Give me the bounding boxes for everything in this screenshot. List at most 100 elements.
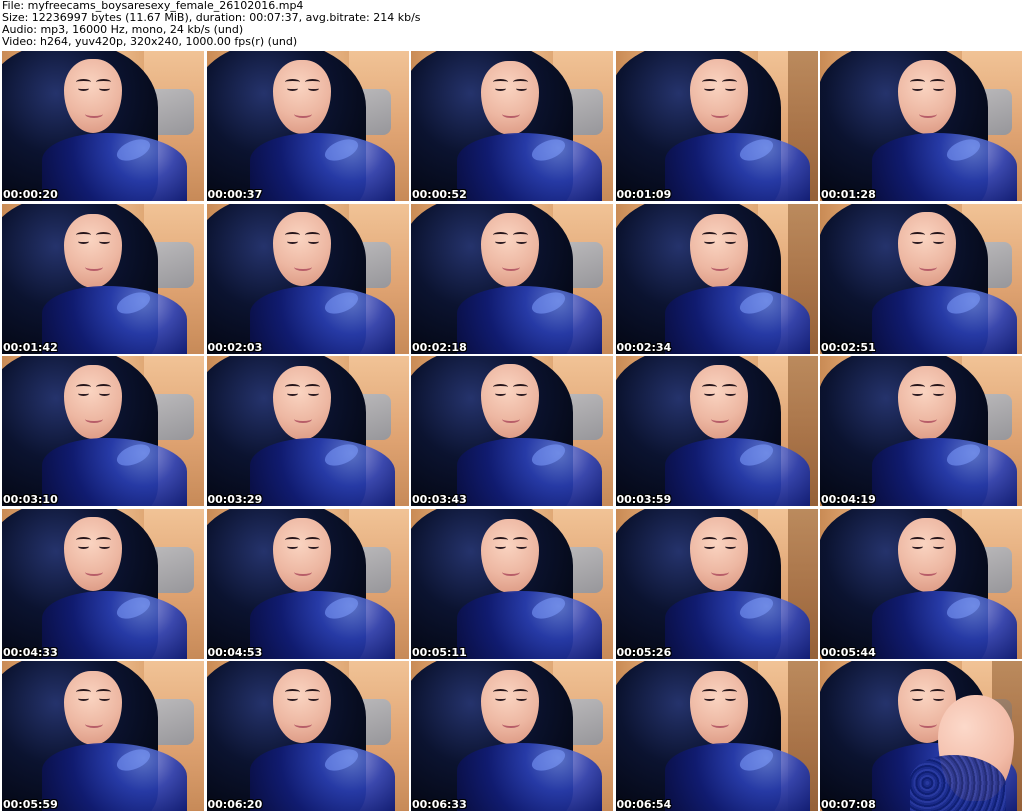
left-eyebrow [76,384,91,390]
smile [85,415,103,423]
left-eye [286,391,298,396]
video-thumbnail: 00:02:34 [615,203,818,354]
left-eyebrow [493,79,508,85]
right-eyebrow [930,79,945,85]
left-eye [703,391,715,396]
audio-line: Audio: mp3, 16000 Hz, mono, 24 kb/s (und… [2,24,244,36]
timestamp-label: 00:03:43 [412,493,467,506]
blue-satin-top [457,743,602,811]
video-thumbnail: 00:05:11 [411,508,613,659]
right-eyebrow [513,689,528,695]
left-eyebrow [284,384,300,390]
video-thumbnail: 00:01:42 [2,203,204,354]
blue-satin-top [664,133,810,201]
smile [502,263,520,271]
blue-satin-top [457,285,602,354]
video-thumbnail: 00:01:09 [615,51,818,201]
smile [293,720,312,728]
right-eye [99,86,110,91]
left-eye [495,544,506,549]
right-eyebrow [96,231,111,238]
smile [293,568,312,576]
face [272,517,331,592]
blue-satin-top [249,133,395,201]
blue-satin-top [249,285,395,354]
right-eyebrow [513,384,528,390]
face [272,211,331,286]
right-eye [933,696,944,701]
left-eyebrow [493,689,508,695]
video-thumbnail: 00:04:53 [206,508,409,659]
video-thumbnail: 00:00:52 [411,51,613,201]
right-eyebrow [96,689,111,695]
video-thumbnail: 00:03:10 [2,356,204,506]
face [689,516,748,591]
left-eyebrow [910,231,925,238]
smile [293,415,312,423]
smile [919,110,937,118]
right-eyebrow [304,689,320,695]
timestamp-label: 00:03:59 [616,493,672,506]
timestamp-label: 00:06:20 [207,798,263,811]
video-thumbnail: 00:06:33 [411,661,613,811]
smile [85,720,103,728]
timestamp-label: 00:03:10 [3,493,58,506]
left-eyebrow [493,536,508,543]
left-eye [703,239,715,244]
video-thumbnail: 00:03:43 [411,356,613,506]
smile [293,263,312,271]
timestamp-label: 00:02:34 [616,340,672,354]
right-eye [724,391,736,396]
video-line: Video: h264, yuv420p, 320x240, 1000.00 f… [2,36,298,48]
left-eyebrow [284,231,300,238]
blue-satin-top [249,590,395,659]
left-eye [286,696,298,701]
blue-satin-top [42,743,187,811]
blue-satin-top [457,133,602,201]
face [689,213,748,288]
left-eye [912,86,923,91]
right-eyebrow [721,689,737,695]
smile [502,415,520,423]
metadata-header: File: myfreecams_boysaresexy_female_2610… [2,0,1022,48]
left-eyebrow [76,689,91,695]
blue-satin-top [42,590,187,659]
smile [502,110,520,118]
timestamp-label: 00:05:44 [821,645,876,659]
smile [293,110,312,118]
blue-satin-top [249,438,395,506]
timestamp-label: 00:06:54 [616,798,672,811]
video-thumbnail: 00:00:20 [2,51,204,201]
right-eye [724,544,736,549]
left-eye [495,391,506,396]
left-eyebrow [76,536,91,543]
right-eyebrow [930,536,945,543]
left-eyebrow [284,689,300,695]
timestamp-label: 00:04:33 [3,645,58,659]
right-eyebrow [96,79,111,85]
smile [502,720,520,728]
right-eyebrow [930,384,945,390]
video-thumbnail: 00:02:03 [206,203,409,354]
blue-satin-top [42,133,187,201]
blue-satin-top [664,285,810,354]
video-thumbnail: 00:01:28 [820,51,1022,201]
video-thumbnail: 00:04:19 [820,356,1022,506]
smile [919,720,937,728]
left-eyebrow [493,231,508,238]
left-eye [703,86,715,91]
left-eye [703,544,715,549]
timestamp-label: 00:05:59 [3,798,58,811]
left-eyebrow [910,689,925,695]
blue-satin-top [872,285,1017,354]
left-eye [78,696,89,701]
blue-satin-top [42,285,187,354]
timestamp-label: 00:03:29 [207,493,263,506]
right-eye [724,239,736,244]
left-eye [912,391,923,396]
video-thumbnail: 00:06:20 [206,661,409,811]
right-eye [516,696,527,701]
left-eyebrow [701,231,717,238]
timestamp-label: 00:06:33 [412,798,467,811]
right-eyebrow [304,231,320,238]
